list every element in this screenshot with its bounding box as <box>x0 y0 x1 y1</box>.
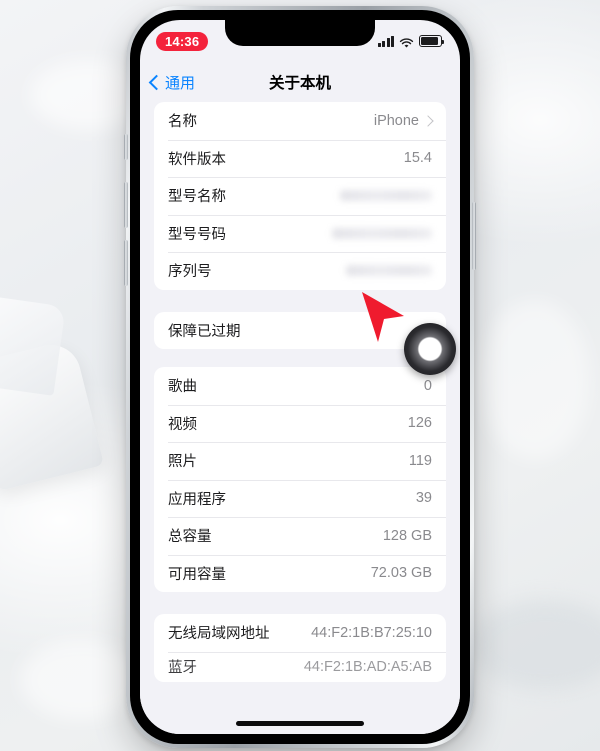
row-value: 15.4 <box>403 150 432 167</box>
row-serial-number[interactable]: 序列号 <box>154 252 446 290</box>
row-value: 39 <box>415 490 432 507</box>
row-label: 蓝牙 <box>168 660 197 676</box>
row-value: 119 <box>408 452 432 469</box>
row-value: 44:F2:1B:AD:A5:AB <box>303 658 432 675</box>
row-label: 应用程序 <box>168 491 226 508</box>
coverage-group: 保障已过期 <box>154 311 446 350</box>
row-wifi-address[interactable]: 无线局域网地址 44:F2:1B:B7:25:10 <box>154 614 446 652</box>
row-label: 视频 <box>168 416 197 433</box>
row-value: 126 <box>407 415 432 432</box>
power-button[interactable] <box>472 202 476 270</box>
redacted-value <box>332 227 432 239</box>
status-bar: 14:36 <box>140 20 460 62</box>
row-value: 0 <box>423 377 432 394</box>
row-model-name[interactable]: 型号名称 <box>154 177 446 215</box>
row-model-number[interactable]: 型号号码 <box>154 214 446 253</box>
row-bluetooth-address[interactable]: 蓝牙 44:F2:1B:AD:A5:AB <box>154 651 446 682</box>
chevron-left-icon <box>148 74 165 90</box>
row-label: 名称 <box>168 114 197 131</box>
row-device-name[interactable]: 名称 iPhone <box>154 102 446 140</box>
row-available-capacity[interactable]: 可用容量 72.03 GB <box>154 554 446 593</box>
recording-time-pill: 14:36 <box>156 31 209 51</box>
row-videos[interactable]: 视频 126 <box>154 404 446 443</box>
row-songs[interactable]: 歌曲 0 <box>154 367 446 405</box>
redacted-value <box>346 265 432 277</box>
volume-up-button[interactable] <box>124 182 128 228</box>
row-value: iPhone <box>373 112 419 129</box>
network-address-group: 无线局域网地址 44:F2:1B:B7:25:10 蓝牙 44:F2:1B:AD… <box>154 614 446 682</box>
row-label: 照片 <box>168 454 197 471</box>
navigation-bar: 通用 关于本机 <box>140 62 460 102</box>
volume-down-button[interactable] <box>124 240 128 286</box>
row-label: 无线局域网地址 <box>168 626 270 643</box>
media-storage-group: 歌曲 0 视频 126 照片 119 应用程序 39 总容量 128 GB 可用… <box>154 367 446 592</box>
wifi-icon <box>399 36 414 48</box>
chevron-right-icon <box>422 115 434 127</box>
row-photos[interactable]: 照片 119 <box>154 442 446 480</box>
redacted-value <box>340 190 432 202</box>
settings-list[interactable]: 名称 iPhone 软件版本 15.4 型号名称 型号号码 序列号 保障已过期 … <box>140 102 460 734</box>
phone-screen: 14:36 通用 关于本机 名称 iPhone 软件版本 15.4 型号名称 型… <box>140 20 460 734</box>
row-value: 128 GB <box>382 527 432 544</box>
row-label: 型号名称 <box>168 189 226 206</box>
cellular-signal-icon <box>377 35 394 47</box>
row-label: 序列号 <box>168 264 212 281</box>
row-label: 保障已过期 <box>168 323 241 340</box>
home-indicator[interactable] <box>236 721 364 726</box>
row-coverage-expired[interactable]: 保障已过期 <box>154 312 446 350</box>
row-value: 44:F2:1B:B7:25:10 <box>311 624 432 641</box>
iphone-device: 14:36 通用 关于本机 名称 iPhone 软件版本 15.4 型号名称 型… <box>124 6 476 748</box>
mute-switch[interactable] <box>124 134 128 160</box>
row-label: 软件版本 <box>168 151 226 168</box>
row-label: 可用容量 <box>168 566 226 583</box>
row-label: 总容量 <box>168 529 212 546</box>
battery-icon <box>419 35 445 47</box>
back-button[interactable]: 通用 <box>148 72 196 93</box>
row-software-version[interactable]: 软件版本 15.4 <box>154 139 446 178</box>
back-button-label: 通用 <box>165 74 196 92</box>
device-info-group: 名称 iPhone 软件版本 15.4 型号名称 型号号码 序列号 <box>154 102 446 290</box>
row-label: 歌曲 <box>168 379 197 396</box>
row-applications[interactable]: 应用程序 39 <box>154 479 446 518</box>
row-total-capacity[interactable]: 总容量 128 GB <box>154 517 446 555</box>
row-label: 型号号码 <box>168 226 226 243</box>
row-value: 72.03 GB <box>370 565 432 582</box>
